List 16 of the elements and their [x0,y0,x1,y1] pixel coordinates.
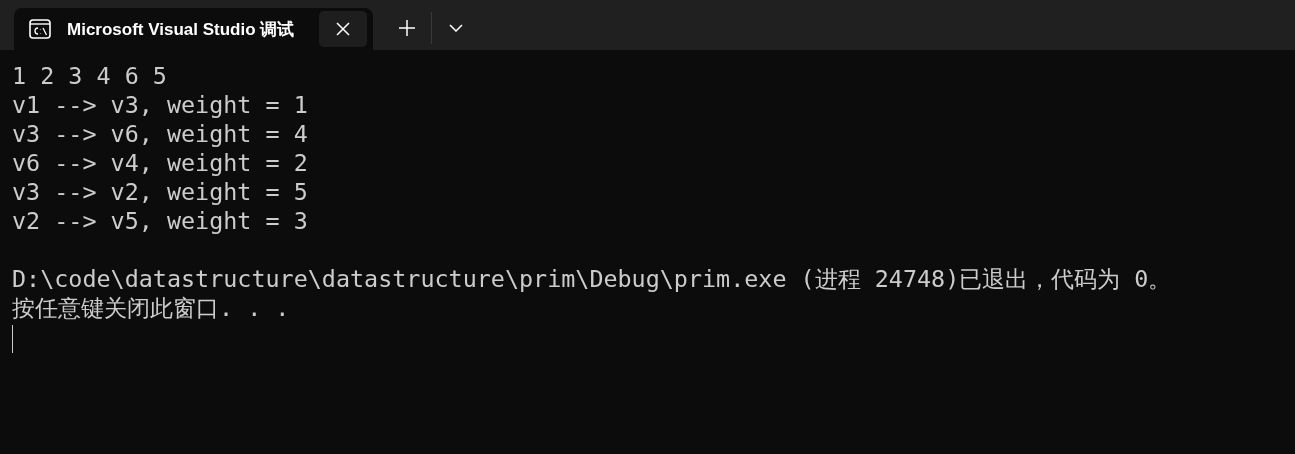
plus-icon [399,20,415,36]
console-icon [29,19,51,39]
tab-title: Microsoft Visual Studio 调试 [67,18,296,41]
console-line: v1 --> v3, weight = 1 [12,91,309,120]
text-cursor [12,325,13,353]
close-icon [336,22,350,36]
terminal-tab[interactable]: Microsoft Visual Studio 调试 [14,8,373,50]
console-line: v3 --> v6, weight = 4 [12,120,309,149]
console-line: v3 --> v2, weight = 5 [12,178,309,207]
console-line: v2 --> v5, weight = 3 [12,207,309,236]
chevron-down-icon [449,24,463,32]
close-tab-button[interactable] [319,11,367,47]
console-line: v6 --> v4, weight = 2 [12,149,309,178]
console-line: D:\code\datastructure\datastructure\prim\Debug\prim.exe (进程 24748)已退出，代码为 0。 [12,265,1173,294]
console-line: 1 2 3 4 6 5 [12,62,168,91]
console-line: 按任意键关闭此窗口. . . [12,294,291,323]
